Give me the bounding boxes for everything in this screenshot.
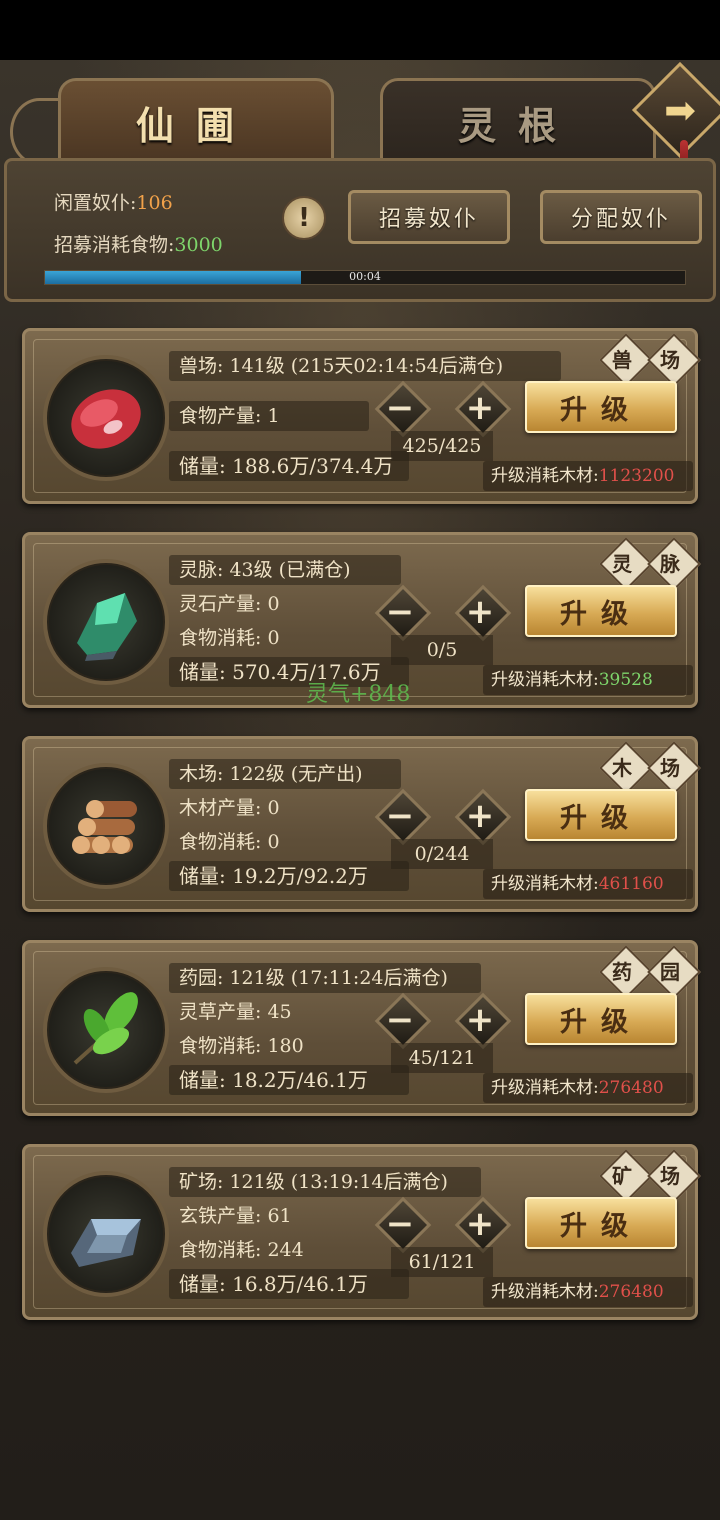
building-card-herb-garden: 药园: 121级 (17:11:24后满仓) 灵草产量: 45 食物消耗: 18… — [22, 940, 701, 1116]
tag-char-2: 场 — [660, 1164, 680, 1188]
minus-icon: − — [385, 796, 415, 836]
minus-icon: − — [385, 1204, 415, 1244]
progress-fill — [45, 271, 301, 284]
upgrade-button[interactable]: 升级 — [525, 1197, 677, 1249]
upgrade-cost-label: 升级消耗木材: — [491, 1282, 599, 1302]
progress-time: 00:04 — [349, 270, 381, 283]
building-card-lumber: 木场: 122级 (无产出) 木材产量: 0 食物消耗: 0 储量: 19.2万… — [22, 736, 701, 912]
building-card-beast: 兽场: 141级 (215天02:14:54后满仓) 食物产量: 1 储量: 1… — [22, 328, 701, 504]
minus-icon: − — [385, 592, 415, 632]
tag-char-1: 木 — [612, 756, 632, 780]
upgrade-cost-label: 升级消耗木材: — [491, 466, 599, 486]
minus-icon: − — [385, 388, 415, 428]
upgrade-cost: 升级消耗木材:276480 — [483, 1277, 693, 1307]
upgrade-button[interactable]: 升级 — [525, 585, 677, 637]
storage-amount: 储量: 16.8万/46.1万 — [169, 1269, 409, 1299]
recruit-cost: 招募消耗食物:3000 — [54, 230, 223, 257]
storage-amount: 储量: 18.2万/46.1万 — [169, 1065, 409, 1095]
upgrade-cost-label: 升级消耗木材: — [491, 670, 599, 690]
storage-amount: 储量: 19.2万/92.2万 — [169, 861, 409, 891]
upgrade-cost: 升级消耗木材:1123200 — [483, 461, 693, 491]
building-title: 药园: 121级 (17:11:24后满仓) — [169, 963, 481, 993]
building-title: 矿场: 121级 (13:19:14后满仓) — [169, 1167, 481, 1197]
tag-char-2: 场 — [660, 348, 680, 372]
upgrade-button[interactable]: 升级 — [525, 789, 677, 841]
tag-char-1: 灵 — [612, 552, 632, 576]
tab-xianpu[interactable]: 仙圃 — [58, 78, 334, 163]
tag-char-1: 兽 — [612, 348, 632, 372]
worker-count: 45/121 — [391, 1043, 493, 1073]
alert-icon[interactable]: ! — [282, 196, 326, 240]
consumption-rate: 食物消耗: 0 — [179, 627, 280, 649]
idle-workers: 闲置奴仆:106 — [54, 188, 173, 215]
upgrade-cost-value: 276480 — [598, 1282, 664, 1302]
plus-icon: + — [465, 592, 495, 632]
upgrade-cost-value: 461160 — [598, 874, 664, 894]
consumption-rate: 食物消耗: 244 — [179, 1239, 304, 1261]
plus-icon: + — [465, 388, 495, 428]
recruit-cost-value: 3000 — [174, 234, 223, 256]
assign-button[interactable]: 分配奴仆 — [540, 190, 702, 244]
tag-char-2: 场 — [660, 756, 680, 780]
building-title: 木场: 122级 (无产出) — [169, 759, 401, 789]
tag-char-1: 药 — [612, 960, 632, 984]
tag-char-2: 园 — [660, 960, 680, 984]
production-rate: 玄铁产量: 61 — [179, 1205, 292, 1227]
idle-workers-value: 106 — [136, 192, 173, 214]
recruit-button[interactable]: 招募奴仆 — [348, 190, 510, 244]
worker-count: 61/121 — [391, 1247, 493, 1277]
iron-ingot-icon — [43, 1171, 169, 1297]
building-title: 灵脉: 43级 (已满仓) — [169, 555, 401, 585]
arrow-right-icon: ➡ — [664, 88, 696, 132]
plus-icon: + — [465, 796, 495, 836]
floating-gain-text: 灵气+848 — [306, 682, 411, 707]
tag-char-2: 脉 — [660, 552, 680, 576]
idle-workers-label: 闲置奴仆: — [54, 192, 137, 214]
upgrade-button[interactable]: 升级 — [525, 993, 677, 1045]
meat-icon — [43, 355, 169, 481]
minus-icon: − — [385, 1000, 415, 1040]
tab-linggen[interactable]: 灵根 — [380, 78, 656, 163]
production-rate: 食物产量: 1 — [169, 401, 369, 431]
upgrade-cost-value: 276480 — [598, 1078, 664, 1098]
recruit-cost-label: 招募消耗食物: — [54, 234, 175, 256]
upgrade-cost: 升级消耗木材:39528 — [483, 665, 693, 695]
building-title: 兽场: 141级 (215天02:14:54后满仓) — [169, 351, 561, 381]
plus-icon: + — [465, 1000, 495, 1040]
worker-count: 425/425 — [391, 431, 493, 461]
storage-amount: 储量: 188.6万/374.4万 — [169, 451, 409, 481]
building-card-mine: 矿场: 121级 (13:19:14后满仓) 玄铁产量: 61 食物消耗: 24… — [22, 1144, 701, 1320]
upgrade-cost-value: 39528 — [598, 670, 653, 690]
tag-char-1: 矿 — [612, 1164, 632, 1188]
upgrade-cost-label: 升级消耗木材: — [491, 874, 599, 894]
consumption-rate: 食物消耗: 0 — [179, 831, 280, 853]
herb-icon — [43, 967, 169, 1093]
production-rate: 木材产量: 0 — [179, 797, 280, 819]
plus-icon: + — [465, 1204, 495, 1244]
crystal-icon — [43, 559, 169, 685]
worker-count: 0/5 — [391, 635, 493, 665]
upgrade-cost-value: 1123200 — [598, 466, 675, 486]
upgrade-cost-label: 升级消耗木材: — [491, 1078, 599, 1098]
consumption-rate: 食物消耗: 180 — [179, 1035, 304, 1057]
upgrade-cost: 升级消耗木材:276480 — [483, 1073, 693, 1103]
production-rate: 灵石产量: 0 — [179, 593, 280, 615]
upgrade-cost: 升级消耗木材:461160 — [483, 869, 693, 899]
worker-count: 0/244 — [391, 839, 493, 869]
production-rate: 灵草产量: 45 — [179, 1001, 292, 1023]
logs-icon — [43, 763, 169, 889]
status-bar — [0, 0, 720, 60]
upgrade-button[interactable]: 升级 — [525, 381, 677, 433]
